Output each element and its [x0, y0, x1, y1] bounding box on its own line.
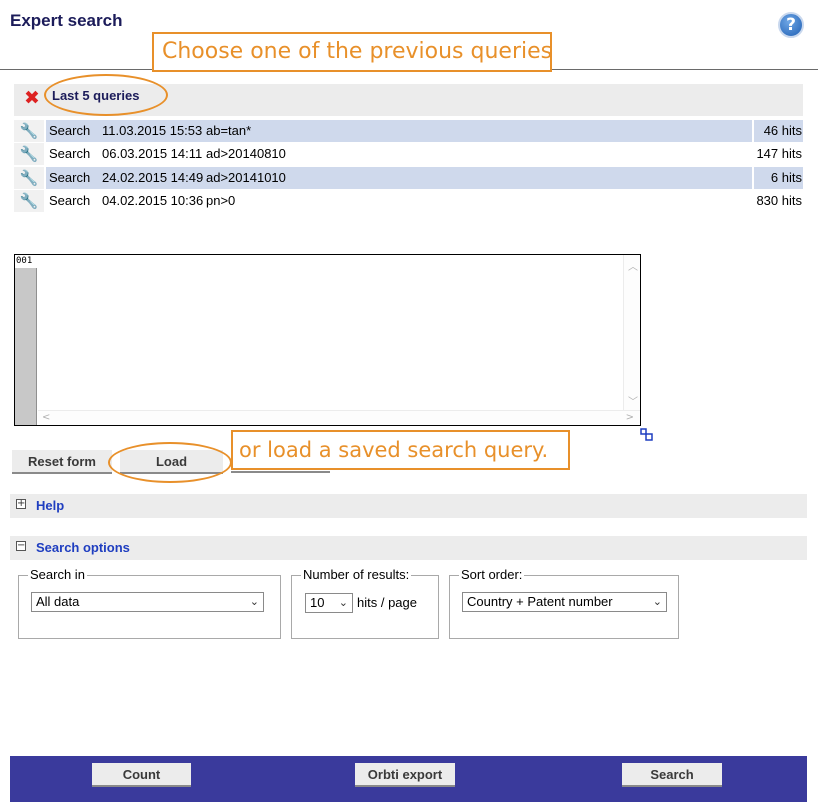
query-hits: 46 hits [754, 120, 803, 142]
wrench-icon[interactable]: 🔧 [14, 120, 44, 142]
sort-order-select[interactable]: Country + Patent number ⌄ [462, 592, 667, 612]
query-text[interactable]: ad>20140810 [205, 143, 752, 165]
search-in-group: Search in All data ⌄ [18, 567, 281, 639]
search-in-value: All data [36, 594, 80, 609]
horizontal-scrollbar[interactable]: < > [38, 410, 640, 425]
annotation-load-saved: or load a saved search query. [231, 430, 570, 470]
search-button[interactable]: Search [622, 763, 722, 787]
search-options-section[interactable]: − Search options [10, 536, 807, 560]
results-legend: Number of results: [301, 567, 412, 582]
minus-box-icon[interactable]: − [16, 541, 26, 551]
sort-order-legend: Sort order: [459, 567, 525, 582]
help-section-label[interactable]: Help [36, 498, 64, 513]
query-textarea[interactable] [38, 255, 632, 410]
hits-per-page-label: hits / page [357, 595, 417, 610]
orbti-export-button[interactable]: Orbti export [355, 763, 455, 787]
close-x-icon[interactable]: ✖ [24, 87, 40, 109]
page-title: Expert search [10, 11, 123, 30]
scroll-down-icon[interactable]: ﹀ [628, 393, 638, 408]
query-row[interactable]: 🔧 Search 04.02.2015 10:36 pn>0 830 hits [14, 190, 803, 212]
query-date: 04.02.2015 10:36 [102, 193, 204, 208]
query-date: 11.03.2015 15:53 [100, 120, 205, 142]
query-action[interactable]: Search [46, 120, 100, 142]
wrench-icon[interactable]: 🔧 [14, 143, 44, 165]
help-icon[interactable]: ? [778, 12, 804, 38]
search-options-label[interactable]: Search options [36, 540, 130, 555]
search-in-legend: Search in [28, 567, 87, 582]
query-text[interactable]: ad>20141010 [205, 167, 752, 189]
query-action[interactable]: Search [46, 190, 100, 212]
wrench-icon[interactable]: 🔧 [14, 190, 44, 212]
count-button[interactable]: Count [92, 763, 191, 787]
line-number: 001 [15, 255, 37, 268]
plus-box-icon[interactable]: + [16, 499, 26, 509]
results-value: 10 [310, 595, 325, 610]
query-hits: 6 hits [754, 167, 803, 189]
scroll-left-icon[interactable]: < [42, 412, 50, 423]
scroll-right-icon[interactable]: > [626, 412, 634, 423]
query-row[interactable]: 🔧 Search 06.03.2015 14:11 ad>20140810 14… [14, 143, 803, 165]
query-row[interactable]: 🔧 Search 24.02.2015 14:49 ad>20141010 6 … [14, 167, 803, 189]
scroll-up-icon[interactable]: ︿ [628, 258, 638, 273]
annotation-oval-load [108, 442, 232, 483]
wrench-icon[interactable]: 🔧 [14, 167, 44, 189]
chevron-down-icon[interactable]: ⌄ [653, 593, 662, 611]
sort-order-value: Country + Patent number [467, 594, 613, 609]
query-text[interactable]: ab=tan* [205, 120, 752, 142]
resize-handle-icon[interactable] [640, 428, 654, 442]
search-in-select[interactable]: All data ⌄ [31, 592, 264, 612]
vertical-scrollbar[interactable]: ︿ ﹀ [623, 255, 640, 410]
query-date: 24.02.2015 14:49 [100, 167, 205, 189]
query-hits: 147 hits [756, 146, 802, 161]
chevron-down-icon[interactable]: ⌄ [339, 594, 348, 612]
chevron-down-icon[interactable]: ⌄ [250, 593, 259, 611]
query-editor[interactable]: 001 ︿ ﹀ < > [14, 254, 641, 426]
reset-form-button[interactable]: Reset form [12, 450, 112, 474]
annotation-oval-last-queries [44, 74, 168, 116]
annotation-previous-queries: Choose one of the previous queries [152, 32, 552, 72]
query-date: 06.03.2015 14:11 [102, 146, 203, 161]
query-text[interactable]: pn>0 [205, 190, 752, 212]
line-number-gutter: 001 [15, 255, 37, 425]
query-action[interactable]: Search [46, 167, 100, 189]
sort-order-group: Sort order: Country + Patent number ⌄ [449, 567, 679, 639]
button-underline [231, 471, 330, 473]
query-row[interactable]: 🔧 Search 11.03.2015 15:53 ab=tan* 46 hit… [14, 120, 803, 142]
help-section[interactable]: + Help [10, 494, 807, 518]
results-per-page-select[interactable]: 10 ⌄ [305, 593, 353, 613]
query-action[interactable]: Search [46, 143, 100, 165]
query-hits: 830 hits [756, 193, 802, 208]
number-of-results-group: Number of results: 10 ⌄ hits / page [291, 567, 439, 639]
